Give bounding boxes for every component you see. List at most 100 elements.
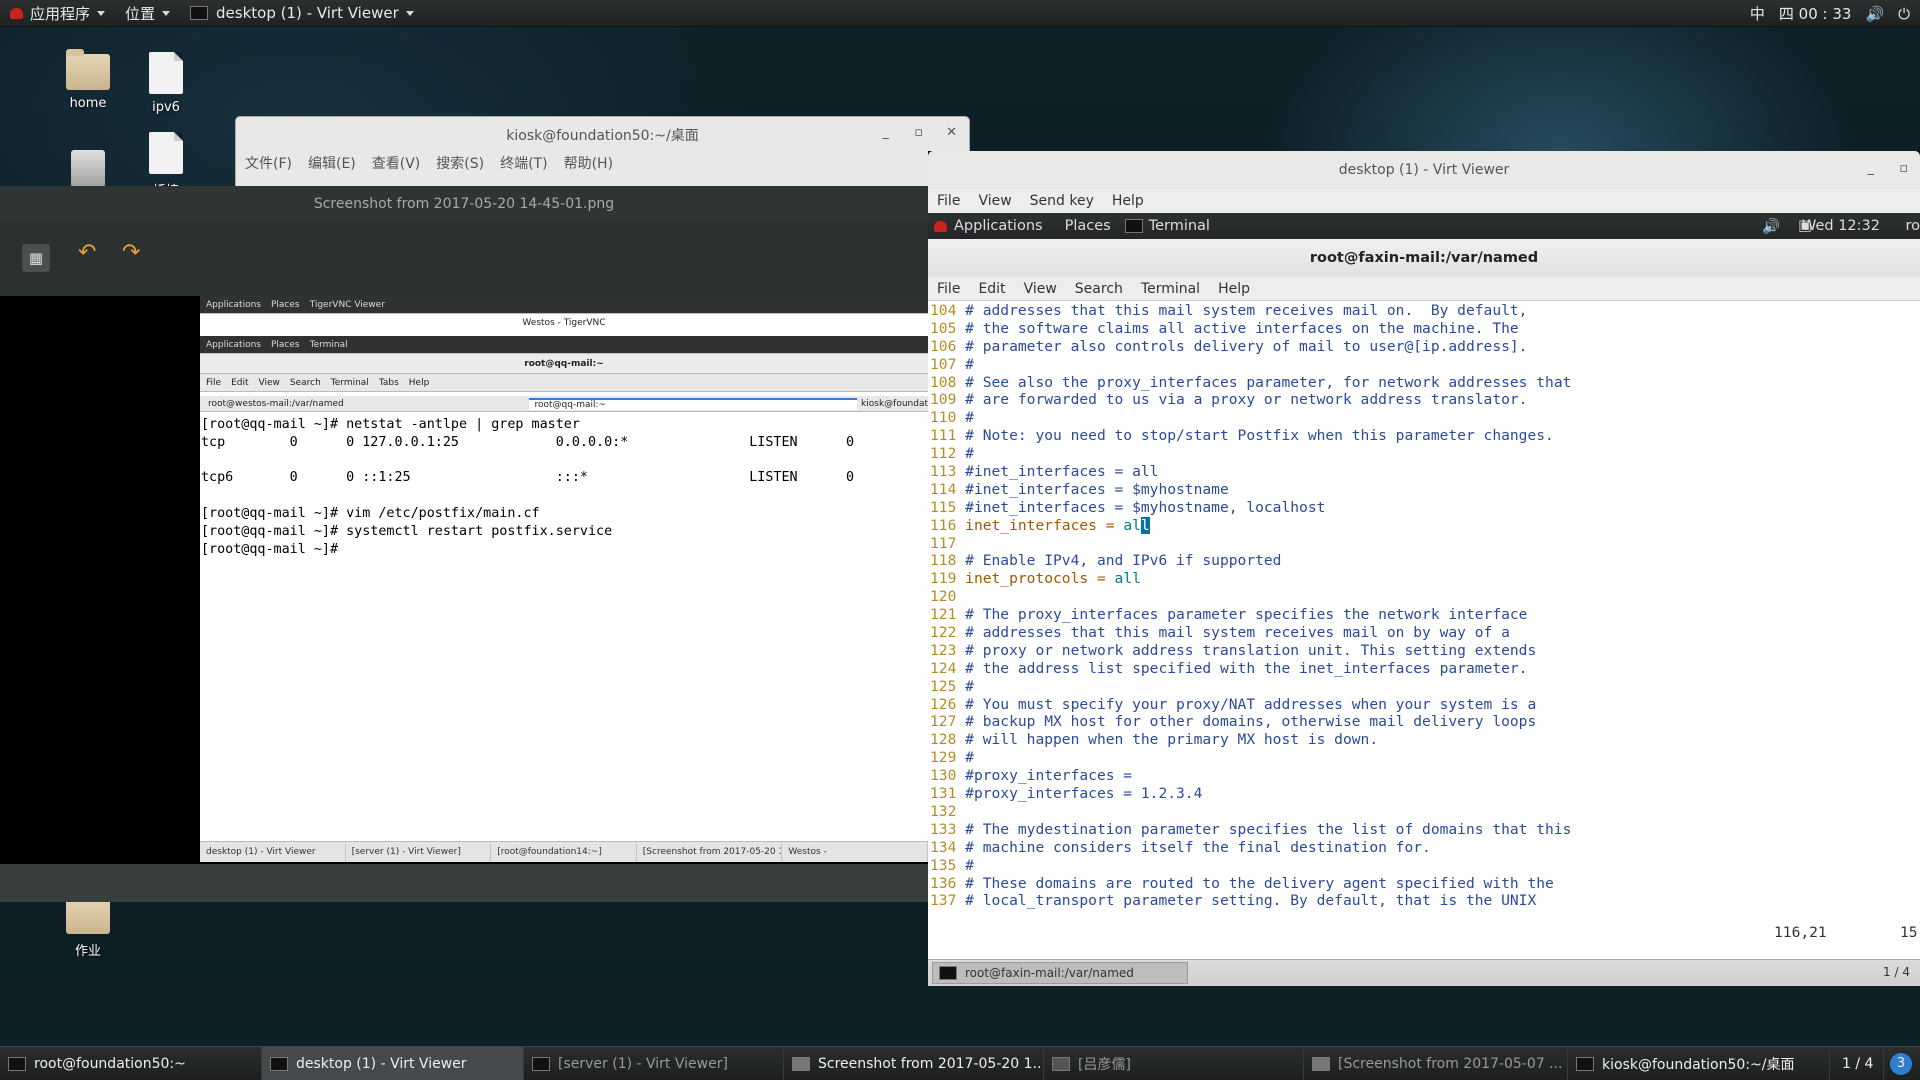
line-number: 109: [930, 391, 957, 409]
menu-terminal[interactable]: 终端(T): [500, 153, 547, 173]
line-number: 124: [930, 659, 957, 677]
viewer-statusbar: [0, 864, 928, 902]
code-line: 125 #: [930, 678, 1920, 696]
places-menu[interactable]: 位置: [115, 0, 180, 27]
desktop-icon-homework[interactable]: 作业: [48, 893, 128, 959]
volume-icon[interactable]: 🔊: [1762, 218, 1780, 235]
vim-scroll-percent: 15: [1900, 924, 1918, 941]
rotate-right-icon[interactable]: ↷: [122, 240, 140, 265]
guest-window-menu[interactable]: Terminal: [1149, 218, 1210, 234]
guest-task-terminal[interactable]: root@faxin-mail:/var/named: [932, 962, 1188, 984]
code-line: 114 #inet_interfaces = $myhostname: [930, 481, 1920, 499]
line-text: # local_transport parameter setting. By …: [965, 892, 1537, 910]
task-folder[interactable]: [吕彦儒]: [1044, 1047, 1304, 1080]
menu-terminal[interactable]: Terminal: [1141, 281, 1200, 297]
line-text: # proxy or network address translation u…: [965, 641, 1537, 659]
system-tray: 中 四 00 : 33 🔊 ⏻: [1750, 0, 1920, 27]
code-line: 121 # The proxy_interfaces parameter spe…: [930, 606, 1920, 624]
code-line: 132: [930, 803, 1920, 821]
code-line: 131 #proxy_interfaces = 1.2.3.4: [930, 785, 1920, 803]
menu-view[interactable]: 查看(V): [372, 153, 421, 173]
gallery-icon[interactable]: ▦: [22, 244, 50, 272]
redhat-icon: [934, 220, 947, 232]
line-number: 117: [930, 534, 957, 552]
guest-places-menu[interactable]: Places: [1065, 218, 1111, 234]
code-line: 111 # Note: you need to stop/start Postf…: [930, 427, 1920, 445]
close-icon[interactable]: ✕: [946, 125, 957, 140]
line-number: 110: [930, 409, 957, 427]
minimize-icon[interactable]: _: [883, 125, 890, 140]
clock[interactable]: 四 00 : 33: [1779, 3, 1852, 24]
menu-help[interactable]: 帮助(H): [564, 153, 613, 173]
maximize-icon[interactable]: ▫: [1899, 161, 1908, 176]
code-line: 110 #: [930, 409, 1920, 427]
rotate-left-icon[interactable]: ↶: [78, 240, 96, 265]
menu-view[interactable]: View: [1024, 281, 1057, 297]
guest-applications-menu[interactable]: Applications: [954, 218, 1043, 234]
desktop-icon-home[interactable]: home: [48, 49, 128, 111]
maximize-icon[interactable]: ▫: [914, 125, 923, 140]
line-number: 112: [930, 445, 957, 463]
input-method-indicator[interactable]: 中: [1750, 3, 1765, 24]
terminal-icon: [8, 1056, 26, 1071]
inner-guest-panel: Applications Places Terminal: [200, 336, 928, 354]
line-number: 108: [930, 373, 957, 391]
guest-user-menu[interactable]: ro: [1905, 218, 1920, 234]
power-icon[interactable]: ⏻: [1898, 5, 1910, 23]
task-screenshot-old[interactable]: [Screenshot from 2017-05-07 ...: [1304, 1047, 1568, 1080]
guest-clock[interactable]: Wed 12:32: [1802, 218, 1880, 234]
menu-search[interactable]: Search: [1075, 281, 1123, 297]
task-screenshot-viewer[interactable]: Screenshot from 2017-05-20 1...: [784, 1047, 1044, 1080]
desktop-icon-ipv6[interactable]: ipv6: [126, 52, 206, 115]
virt-viewer-titlebar[interactable]: desktop (1) - Virt Viewer _ ▫: [928, 151, 1920, 189]
guest-workspace-pager[interactable]: 1 / 4: [1883, 965, 1910, 979]
terminal-line: [root@qq-mail ~]# systemctl restart post…: [201, 523, 613, 539]
minimize-icon[interactable]: _: [1868, 161, 1875, 176]
window-titlebar[interactable]: kiosk@foundation50:~/桌面 _ ▫ ✕: [236, 117, 969, 153]
line-number: 116: [930, 516, 957, 534]
applications-menu[interactable]: 应用程序: [0, 0, 115, 27]
line-number: 113: [930, 463, 957, 481]
code-line: 118 # Enable IPv4, and IPv6 if supported: [930, 552, 1920, 570]
menu-file[interactable]: File: [937, 193, 960, 209]
code-line: 128 # will happen when the primary MX ho…: [930, 731, 1920, 749]
notification-badge[interactable]: 3: [1884, 1047, 1920, 1080]
line-text: #: [965, 749, 974, 767]
vim-editor[interactable]: 104 # addresses that this mail system re…: [928, 302, 1920, 922]
code-line: 117: [930, 535, 1920, 553]
guest-terminal-title[interactable]: root@faxin-mail:/var/named: [928, 239, 1920, 277]
desktop-icon-doc[interactable]: 插接: [126, 132, 206, 186]
line-number: 128: [930, 731, 957, 749]
menu-view[interactable]: View: [978, 193, 1011, 209]
text-cursor: l: [1140, 516, 1150, 534]
menu-file[interactable]: File: [937, 281, 960, 297]
menu-help[interactable]: Help: [1112, 193, 1144, 209]
menu-edit[interactable]: Edit: [978, 281, 1005, 297]
code-line: 136 # These domains are routed to the de…: [930, 875, 1920, 893]
inner-term-title: root@qq-mail:~: [200, 354, 928, 374]
workspace-pager[interactable]: 1 / 4: [1830, 1047, 1884, 1080]
task-kiosk-terminal[interactable]: kiosk@foundation50:~/桌面: [1568, 1047, 1830, 1080]
task-root-foundation[interactable]: root@foundation50:~: [0, 1047, 262, 1080]
task-desktop-virt-viewer[interactable]: desktop (1) - Virt Viewer: [262, 1047, 524, 1080]
line-number: 114: [930, 480, 957, 498]
menu-file[interactable]: 文件(F): [245, 153, 292, 173]
volume-icon[interactable]: 🔊: [1865, 5, 1884, 23]
virt-viewer-window: desktop (1) - Virt Viewer _ ▫ File View …: [928, 151, 1920, 986]
line-text: # the address list specified with the in…: [965, 659, 1528, 677]
line-text: # See also the proxy_interfaces paramete…: [965, 373, 1572, 391]
menu-edit[interactable]: 编辑(E): [308, 153, 356, 173]
menu-send-key[interactable]: Send key: [1030, 193, 1094, 209]
code-line: 115 #inet_interfaces = $myhostname, loca…: [930, 499, 1920, 517]
terminal-line: [root@qq-mail ~]#: [201, 541, 339, 557]
code-line: 124 # the address list specified with th…: [930, 660, 1920, 678]
desktop-icon-trash[interactable]: [48, 150, 128, 190]
menu-help[interactable]: Help: [1218, 281, 1250, 297]
screenshot-image: Applications Places TigerVNC Viewer Westos…: [200, 296, 928, 862]
viewer-title[interactable]: Screenshot from 2017-05-20 14-45-01.png: [0, 186, 928, 222]
window-menu[interactable]: desktop (1) - Virt Viewer: [180, 0, 424, 27]
code-line: 137 # local_transport parameter setting.…: [930, 892, 1920, 910]
task-server-virt-viewer[interactable]: [server (1) - Virt Viewer]: [524, 1047, 784, 1080]
menu-search[interactable]: 搜索(S): [436, 153, 484, 173]
